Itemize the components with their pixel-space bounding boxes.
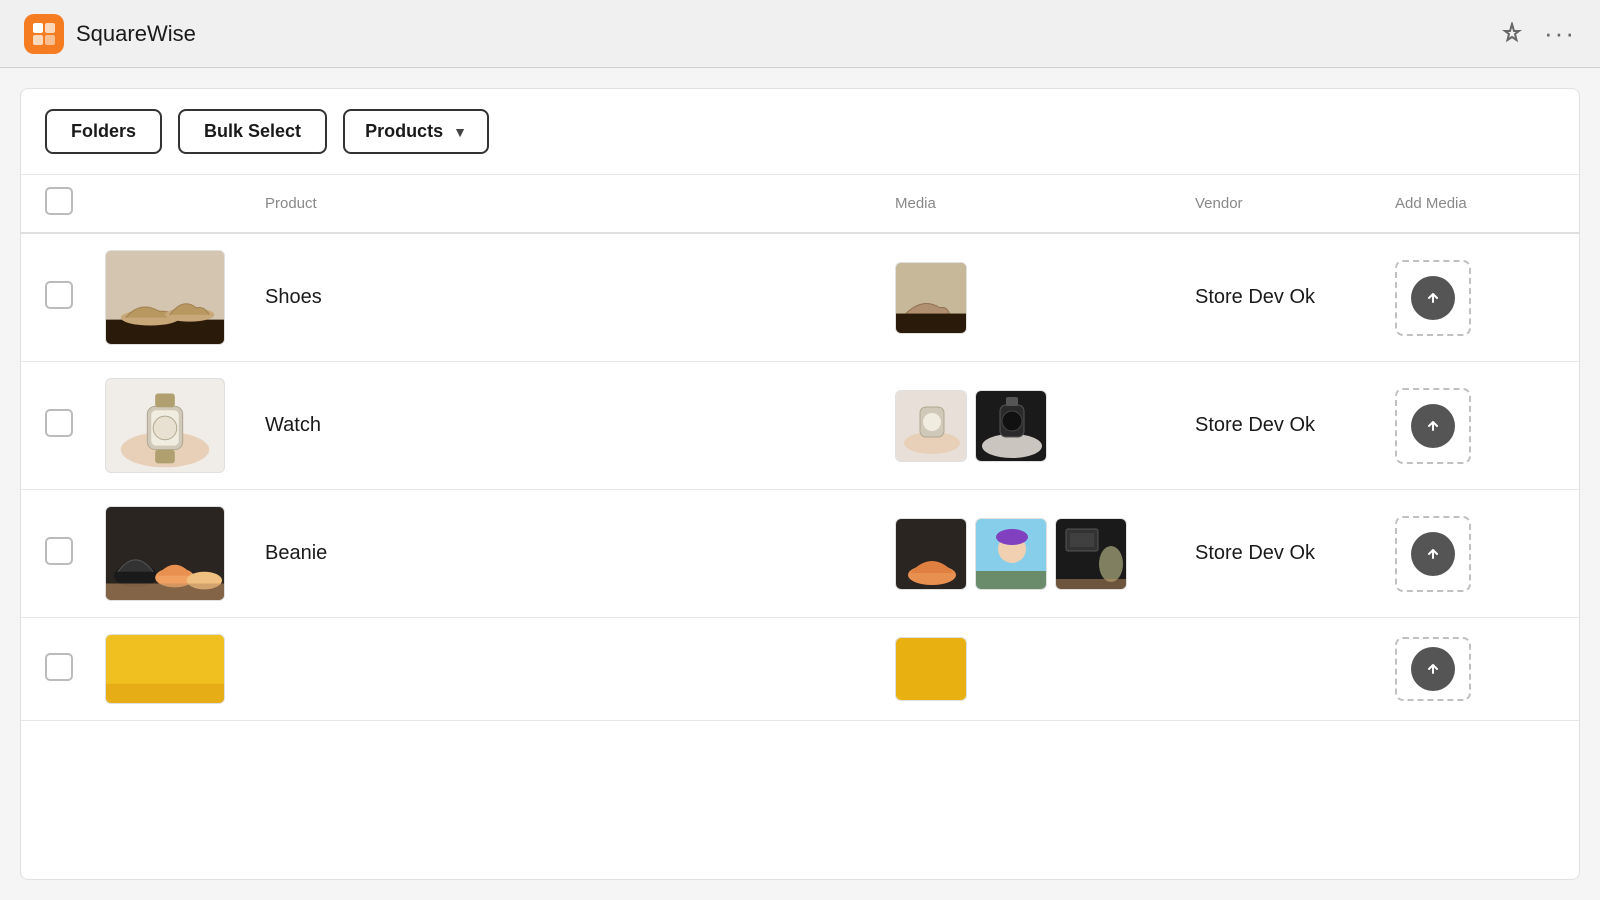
- table-row: [21, 618, 1579, 721]
- header-media: Media: [895, 195, 1195, 212]
- row-checkbox-fourth[interactable]: [45, 653, 73, 681]
- media-thumb-fourth-1: [895, 637, 967, 701]
- shoes-media-image-1: [896, 263, 966, 333]
- media-thumb-watch-2: [975, 390, 1047, 462]
- upload-icon-beanie: [1411, 532, 1455, 576]
- pin-button[interactable]: [1500, 22, 1524, 46]
- media-thumbs-fourth: [895, 637, 1195, 701]
- product-thumbnail-watch: [105, 378, 225, 473]
- media-thumbs-shoes: [895, 262, 1195, 334]
- media-thumb-beanie-2: [975, 518, 1047, 590]
- vendor-beanie: Store Dev Ok: [1195, 542, 1395, 565]
- header-add-media: Add Media: [1395, 195, 1555, 212]
- dropdown-arrow-icon: ▼: [453, 124, 467, 140]
- row-checkbox-cell: [45, 409, 105, 442]
- upload-icon-shoes: [1411, 276, 1455, 320]
- main-area: Folders Bulk Select Products ▼ Product M…: [0, 68, 1600, 900]
- product-thumbnail-beanie: [105, 506, 225, 601]
- titlebar-right: ···: [1500, 18, 1576, 49]
- product-name-beanie: Beanie: [265, 542, 895, 565]
- upload-button-cell-fourth: [1395, 637, 1555, 701]
- products-dropdown-label: Products: [365, 121, 443, 142]
- more-button[interactable]: ···: [1544, 18, 1576, 49]
- shoes-main-image: [106, 251, 224, 344]
- row-checkbox-cell: [45, 653, 105, 686]
- row-checkbox-cell: [45, 537, 105, 570]
- titlebar-left: SquareWise: [24, 14, 196, 54]
- upload-icon-fourth: [1411, 647, 1455, 691]
- product-thumbnail-fourth: [105, 634, 225, 704]
- table-header: Product Media Vendor Add Media: [21, 175, 1579, 234]
- content-panel: Folders Bulk Select Products ▼ Product M…: [20, 88, 1580, 880]
- product-name-shoes: Shoes: [265, 286, 895, 309]
- table-row: Beanie: [21, 490, 1579, 618]
- upload-icon-watch: [1411, 404, 1455, 448]
- vendor-shoes: Store Dev Ok: [1195, 286, 1395, 309]
- folders-button[interactable]: Folders: [45, 109, 162, 154]
- titlebar: SquareWise ···: [0, 0, 1600, 68]
- media-thumbs-beanie: [895, 518, 1195, 590]
- upload-button-beanie[interactable]: [1395, 516, 1471, 592]
- product-name-watch: Watch: [265, 414, 895, 437]
- media-thumb-watch-1: [895, 390, 967, 462]
- product-thumbnail-shoes: [105, 250, 225, 345]
- table-row: Shoes Store Dev Ok: [21, 234, 1579, 362]
- media-thumbs-watch: [895, 390, 1195, 462]
- bulk-select-button[interactable]: Bulk Select: [178, 109, 327, 154]
- header-vendor: Vendor: [1195, 195, 1395, 212]
- beanie-main-image: [106, 507, 224, 600]
- more-icon: ···: [1544, 18, 1576, 49]
- watch-main-image: [106, 379, 224, 472]
- vendor-watch: Store Dev Ok: [1195, 414, 1395, 437]
- upload-button-cell-beanie: [1395, 516, 1555, 592]
- upload-button-fourth[interactable]: [1395, 637, 1471, 701]
- row-checkbox-beanie[interactable]: [45, 537, 73, 565]
- products-dropdown-button[interactable]: Products ▼: [343, 109, 489, 154]
- media-thumb-beanie-1: [895, 518, 967, 590]
- upload-button-shoes[interactable]: [1395, 260, 1471, 336]
- upload-button-cell-shoes: [1395, 260, 1555, 336]
- row-checkbox-shoes[interactable]: [45, 281, 73, 309]
- row-checkbox-watch[interactable]: [45, 409, 73, 437]
- app-title: SquareWise: [76, 21, 196, 47]
- upload-button-watch[interactable]: [1395, 388, 1471, 464]
- toolbar: Folders Bulk Select Products ▼: [21, 89, 1579, 175]
- fourth-main-image: [106, 635, 224, 703]
- media-thumb-beanie-3: [1055, 518, 1127, 590]
- upload-button-cell-watch: [1395, 388, 1555, 464]
- select-all-checkbox[interactable]: [45, 187, 73, 215]
- media-thumb-shoes-1: [895, 262, 967, 334]
- header-checkbox-cell: [45, 187, 105, 220]
- header-product: Product: [265, 195, 895, 212]
- app-icon: [24, 14, 64, 54]
- row-checkbox-cell: [45, 281, 105, 314]
- table-row: Watch: [21, 362, 1579, 490]
